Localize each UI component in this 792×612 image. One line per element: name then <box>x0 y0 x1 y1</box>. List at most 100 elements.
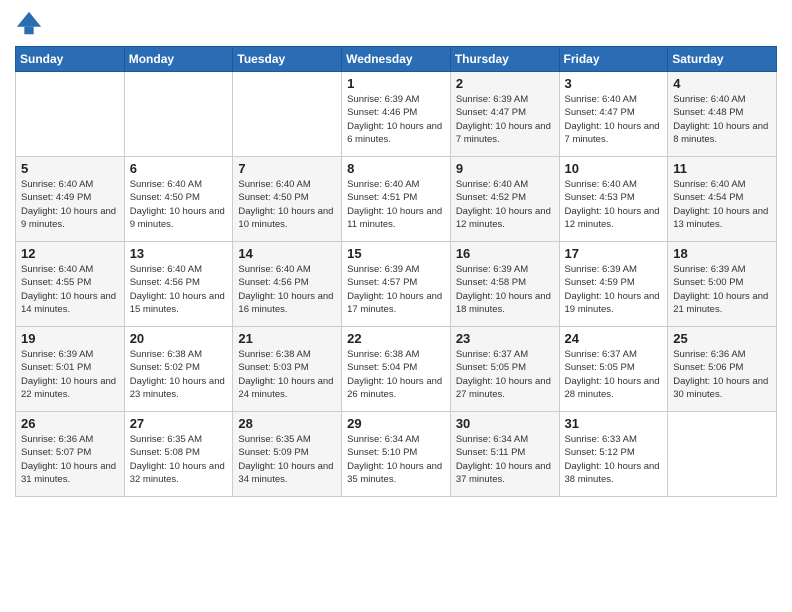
calendar-cell: 10 Sunrise: 6:40 AM Sunset: 4:53 PM Dayli… <box>559 157 668 242</box>
calendar-cell: 5Sunrise: 6:40 AM Sunset: 4:49 PM Daylig… <box>16 157 125 242</box>
day-info: Sunrise: 6:37 AM Sunset: 5:05 PM Dayligh… <box>565 348 663 401</box>
calendar-cell: 1Sunrise: 6:39 AM Sunset: 4:46 PM Daylig… <box>342 72 451 157</box>
calendar-cell: 30 Sunrise: 6:34 AM Sunset: 5:11 PM Dayli… <box>450 412 559 497</box>
calendar-cell: 15 Sunrise: 6:39 AM Sunset: 4:57 PM Dayli… <box>342 242 451 327</box>
day-info: Sunrise: 6:34 AM Sunset: 5:11 PM Dayligh… <box>456 433 554 486</box>
day-info: Sunrise: 6:38 AM Sunset: 5:03 PM Dayligh… <box>238 348 336 401</box>
day-number: 14 <box>238 246 336 261</box>
day-number: 12 <box>21 246 119 261</box>
logo-icon <box>15 10 43 38</box>
day-number: 29 <box>347 416 445 431</box>
calendar-table: SundayMondayTuesdayWednesdayThursdayFrid… <box>15 46 777 497</box>
calendar-cell: 8 Sunrise: 6:40 AM Sunset: 4:51 PM Daylig… <box>342 157 451 242</box>
day-number: 1 <box>347 76 445 91</box>
day-info: Sunrise: 6:35 AM Sunset: 5:09 PM Dayligh… <box>238 433 336 486</box>
day-number: 13 <box>130 246 228 261</box>
calendar-week-row: 12 Sunrise: 6:40 AM Sunset: 4:55 PM Dayli… <box>16 242 777 327</box>
day-number: 19 <box>21 331 119 346</box>
calendar-cell: 29 Sunrise: 6:34 AM Sunset: 5:10 PM Dayli… <box>342 412 451 497</box>
day-number: 25 <box>673 331 771 346</box>
calendar-cell: 23 Sunrise: 6:37 AM Sunset: 5:05 PM Dayli… <box>450 327 559 412</box>
day-number: 22 <box>347 331 445 346</box>
day-info: Sunrise: 6:35 AM Sunset: 5:08 PM Dayligh… <box>130 433 228 486</box>
calendar-cell: 12 Sunrise: 6:40 AM Sunset: 4:55 PM Dayli… <box>16 242 125 327</box>
day-number: 5 <box>21 161 119 176</box>
calendar-cell: 16 Sunrise: 6:39 AM Sunset: 4:58 PM Dayli… <box>450 242 559 327</box>
calendar-week-row: 5Sunrise: 6:40 AM Sunset: 4:49 PM Daylig… <box>16 157 777 242</box>
calendar-week-row: 26 Sunrise: 6:36 AM Sunset: 5:07 PM Dayli… <box>16 412 777 497</box>
day-info: Sunrise: 6:34 AM Sunset: 5:10 PM Dayligh… <box>347 433 445 486</box>
calendar-cell: 2 Sunrise: 6:39 AM Sunset: 4:47 PM Daylig… <box>450 72 559 157</box>
calendar-week-row: 19 Sunrise: 6:39 AM Sunset: 5:01 PM Dayli… <box>16 327 777 412</box>
calendar-cell: 13 Sunrise: 6:40 AM Sunset: 4:56 PM Dayli… <box>124 242 233 327</box>
calendar-cell: 14Sunrise: 6:40 AM Sunset: 4:56 PM Dayli… <box>233 242 342 327</box>
day-number: 4 <box>673 76 771 91</box>
logo <box>15 10 45 38</box>
day-info: Sunrise: 6:37 AM Sunset: 5:05 PM Dayligh… <box>456 348 554 401</box>
weekday-header: Thursday <box>450 47 559 72</box>
calendar-cell <box>233 72 342 157</box>
day-info: Sunrise: 6:38 AM Sunset: 5:02 PM Dayligh… <box>130 348 228 401</box>
day-number: 16 <box>456 246 554 261</box>
day-info: Sunrise: 6:40 AM Sunset: 4:50 PM Dayligh… <box>130 178 228 231</box>
day-number: 11 <box>673 161 771 176</box>
day-number: 15 <box>347 246 445 261</box>
calendar-cell: 26 Sunrise: 6:36 AM Sunset: 5:07 PM Dayli… <box>16 412 125 497</box>
day-info: Sunrise: 6:40 AM Sunset: 4:50 PM Dayligh… <box>238 178 336 231</box>
day-number: 7 <box>238 161 336 176</box>
day-info: Sunrise: 6:36 AM Sunset: 5:06 PM Dayligh… <box>673 348 771 401</box>
calendar-cell: 28Sunrise: 6:35 AM Sunset: 5:09 PM Dayli… <box>233 412 342 497</box>
calendar-cell: 22 Sunrise: 6:38 AM Sunset: 5:04 PM Dayli… <box>342 327 451 412</box>
calendar-cell: 3Sunrise: 6:40 AM Sunset: 4:47 PM Daylig… <box>559 72 668 157</box>
calendar-cell: 9Sunrise: 6:40 AM Sunset: 4:52 PM Daylig… <box>450 157 559 242</box>
day-info: Sunrise: 6:39 AM Sunset: 4:58 PM Dayligh… <box>456 263 554 316</box>
day-number: 26 <box>21 416 119 431</box>
calendar-cell: 27Sunrise: 6:35 AM Sunset: 5:08 PM Dayli… <box>124 412 233 497</box>
day-number: 9 <box>456 161 554 176</box>
day-number: 17 <box>565 246 663 261</box>
day-number: 18 <box>673 246 771 261</box>
calendar-cell: 18 Sunrise: 6:39 AM Sunset: 5:00 PM Dayli… <box>668 242 777 327</box>
calendar-cell: 21 Sunrise: 6:38 AM Sunset: 5:03 PM Dayli… <box>233 327 342 412</box>
day-info: Sunrise: 6:36 AM Sunset: 5:07 PM Dayligh… <box>21 433 119 486</box>
calendar-cell <box>668 412 777 497</box>
day-number: 8 <box>347 161 445 176</box>
day-number: 3 <box>565 76 663 91</box>
day-number: 2 <box>456 76 554 91</box>
day-number: 30 <box>456 416 554 431</box>
day-info: Sunrise: 6:40 AM Sunset: 4:53 PM Dayligh… <box>565 178 663 231</box>
day-number: 24 <box>565 331 663 346</box>
day-info: Sunrise: 6:39 AM Sunset: 4:57 PM Dayligh… <box>347 263 445 316</box>
day-info: Sunrise: 6:39 AM Sunset: 5:00 PM Dayligh… <box>673 263 771 316</box>
day-number: 6 <box>130 161 228 176</box>
calendar-cell: 7 Sunrise: 6:40 AM Sunset: 4:50 PM Daylig… <box>233 157 342 242</box>
calendar-cell <box>16 72 125 157</box>
day-info: Sunrise: 6:33 AM Sunset: 5:12 PM Dayligh… <box>565 433 663 486</box>
weekday-header: Friday <box>559 47 668 72</box>
calendar-cell: 11Sunrise: 6:40 AM Sunset: 4:54 PM Dayli… <box>668 157 777 242</box>
day-number: 21 <box>238 331 336 346</box>
header <box>15 10 777 38</box>
day-info: Sunrise: 6:39 AM Sunset: 5:01 PM Dayligh… <box>21 348 119 401</box>
day-info: Sunrise: 6:40 AM Sunset: 4:55 PM Dayligh… <box>21 263 119 316</box>
calendar-cell: 17 Sunrise: 6:39 AM Sunset: 4:59 PM Dayli… <box>559 242 668 327</box>
calendar-cell: 6 Sunrise: 6:40 AM Sunset: 4:50 PM Daylig… <box>124 157 233 242</box>
day-info: Sunrise: 6:38 AM Sunset: 5:04 PM Dayligh… <box>347 348 445 401</box>
weekday-header: Saturday <box>668 47 777 72</box>
calendar-cell: 20Sunrise: 6:38 AM Sunset: 5:02 PM Dayli… <box>124 327 233 412</box>
calendar-cell: 4Sunrise: 6:40 AM Sunset: 4:48 PM Daylig… <box>668 72 777 157</box>
weekday-header: Sunday <box>16 47 125 72</box>
day-info: Sunrise: 6:39 AM Sunset: 4:59 PM Dayligh… <box>565 263 663 316</box>
day-info: Sunrise: 6:40 AM Sunset: 4:56 PM Dayligh… <box>130 263 228 316</box>
weekday-header: Tuesday <box>233 47 342 72</box>
calendar-cell: 19 Sunrise: 6:39 AM Sunset: 5:01 PM Dayli… <box>16 327 125 412</box>
day-number: 10 <box>565 161 663 176</box>
calendar-cell <box>124 72 233 157</box>
calendar-week-row: 1Sunrise: 6:39 AM Sunset: 4:46 PM Daylig… <box>16 72 777 157</box>
day-info: Sunrise: 6:39 AM Sunset: 4:47 PM Dayligh… <box>456 93 554 146</box>
page: SundayMondayTuesdayWednesdayThursdayFrid… <box>0 0 792 612</box>
day-number: 23 <box>456 331 554 346</box>
day-info: Sunrise: 6:40 AM Sunset: 4:51 PM Dayligh… <box>347 178 445 231</box>
day-number: 31 <box>565 416 663 431</box>
calendar-cell: 24 Sunrise: 6:37 AM Sunset: 5:05 PM Dayli… <box>559 327 668 412</box>
